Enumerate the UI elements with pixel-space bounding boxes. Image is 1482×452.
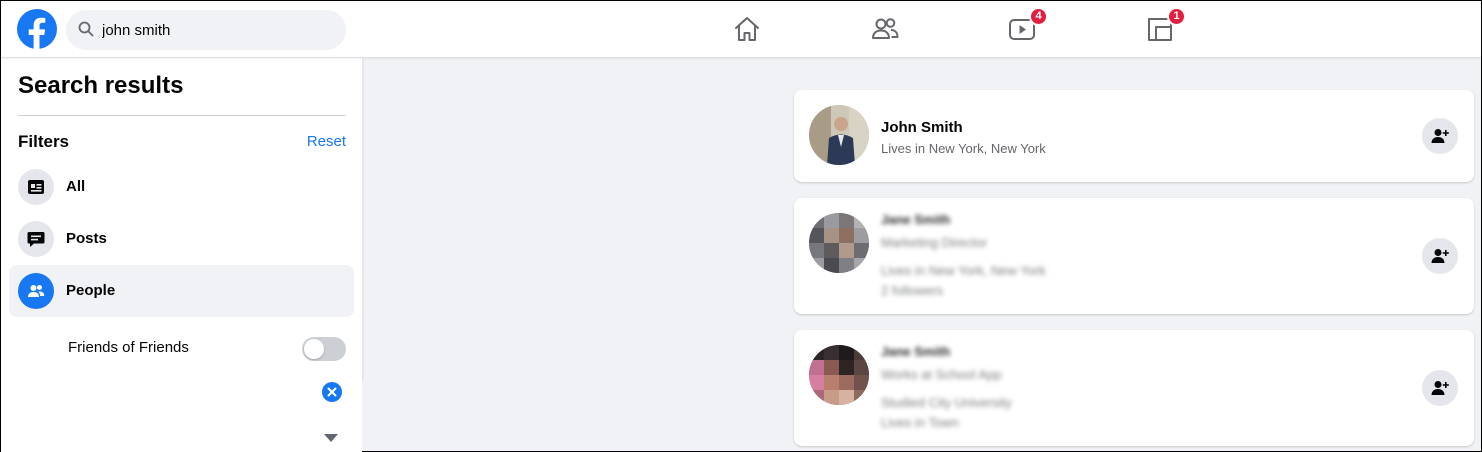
close-icon <box>327 387 337 397</box>
friends-of-friends-toggle[interactable] <box>302 337 346 361</box>
facebook-f-icon <box>28 17 46 49</box>
divider <box>18 115 346 116</box>
result-name[interactable]: Jane Smith <box>881 212 950 227</box>
chevron-down-icon[interactable] <box>324 434 338 442</box>
nav-watch[interactable]: 4 <box>1006 7 1048 45</box>
filter-item-all[interactable]: All <box>9 161 354 213</box>
toggle-knob <box>304 339 324 359</box>
nav-home[interactable] <box>731 13 763 45</box>
result-name[interactable]: Jane Smith <box>881 344 950 359</box>
avatar[interactable] <box>809 105 869 165</box>
sidebar-lower-section <box>1 381 362 452</box>
avatar[interactable] <box>809 213 869 273</box>
result-name[interactable]: John Smith <box>881 119 963 136</box>
result-detail: Lives in New York, New York <box>881 263 1046 278</box>
filter-item-people[interactable]: People <box>9 265 354 317</box>
search-box[interactable] <box>66 10 346 50</box>
add-friend-button[interactable] <box>1422 118 1458 154</box>
add-friend-icon <box>1431 129 1449 143</box>
posts-icon <box>18 221 54 257</box>
filter-label-all: All <box>66 178 86 195</box>
people-icon <box>18 273 54 309</box>
avatar[interactable] <box>809 345 869 405</box>
watch-notification-badge: 4 <box>1029 7 1048 26</box>
result-card[interactable]: Jane Smith Works at School App Studied C… <box>794 330 1474 446</box>
result-detail: Lives in New York, New York <box>881 141 1046 156</box>
nav-friends[interactable] <box>869 13 901 45</box>
filter-item-posts[interactable]: Posts <box>9 213 354 265</box>
result-detail: 2 followers <box>881 283 944 298</box>
nav-gaming[interactable]: 1 <box>1144 7 1186 45</box>
add-friend-button[interactable] <box>1422 238 1458 274</box>
home-icon <box>735 17 759 41</box>
gaming-notification-badge: 1 <box>1167 7 1186 26</box>
filters-heading: Filters <box>18 132 70 151</box>
filter-label-posts: Posts <box>66 230 107 247</box>
search-input[interactable] <box>102 10 332 50</box>
facebook-logo[interactable] <box>17 9 57 49</box>
friends-of-friends-label: Friends of Friends <box>68 339 189 356</box>
add-friend-button[interactable] <box>1422 370 1458 406</box>
filter-label-people: People <box>66 282 116 299</box>
search-icon <box>78 21 94 37</box>
add-friend-icon <box>1431 381 1449 395</box>
result-card[interactable]: Jane Smith Marketing Director Lives in N… <box>794 198 1474 314</box>
search-filters-sidebar: Search results Filters Reset All Posts P… <box>1 58 362 381</box>
top-navigation-bar: 4 1 <box>1 1 1481 58</box>
result-detail: Marketing Director <box>881 235 988 250</box>
add-friend-icon <box>1431 249 1449 263</box>
profile-photo <box>809 105 869 165</box>
result-detail: Works at School App <box>881 367 1002 382</box>
friends-icon <box>872 18 899 39</box>
result-card[interactable]: John Smith Lives in New York, New York <box>794 90 1474 182</box>
reset-filters-link[interactable]: Reset <box>307 133 346 150</box>
blurred-profile-photo <box>809 213 869 273</box>
page-title: Search results <box>18 72 184 99</box>
all-results-icon <box>18 169 54 205</box>
result-detail: Lives in Town <box>881 415 959 430</box>
clear-filter-button[interactable] <box>322 382 342 402</box>
result-detail: Studied City University <box>881 395 1012 410</box>
blurred-profile-photo <box>809 345 869 405</box>
